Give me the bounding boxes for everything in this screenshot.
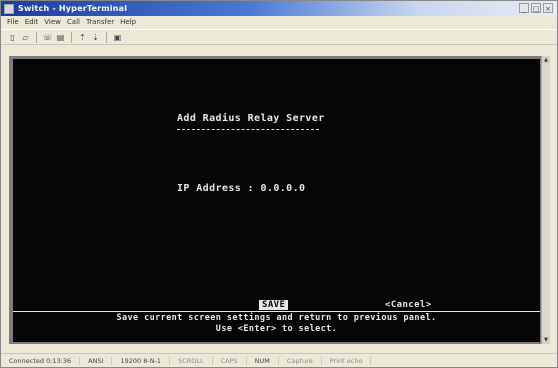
heading-underline xyxy=(177,129,319,130)
capture-icon[interactable]: ▣ xyxy=(112,32,123,43)
open-icon[interactable]: ▱ xyxy=(20,32,31,43)
menu-file[interactable]: File xyxy=(7,18,19,26)
hint-divider xyxy=(13,311,540,312)
status-port: 19200 8-N-1 xyxy=(112,356,171,365)
properties-icon[interactable]: ▤ xyxy=(55,32,66,43)
toolbar-separator xyxy=(36,31,37,43)
hint-text-primary: Save current screen settings and return … xyxy=(116,313,437,323)
status-caps: CAPS xyxy=(213,356,247,365)
send-icon[interactable]: ⇡ xyxy=(77,32,88,43)
disconnect-icon[interactable]: ☏ xyxy=(42,32,53,43)
menu-edit[interactable]: Edit xyxy=(25,18,39,26)
terminal-screen[interactable]: Add Radius Relay Server IP Address : 0.0… xyxy=(13,59,540,342)
status-print-echo: Print echo xyxy=(322,356,372,365)
window-controls: _ □ × xyxy=(519,3,553,13)
ip-address-value[interactable]: 0.0.0.0 xyxy=(260,183,305,194)
screen-heading: Add Radius Relay Server xyxy=(177,113,325,124)
close-button[interactable]: × xyxy=(543,3,553,13)
receive-icon[interactable]: ⇣ xyxy=(90,32,101,43)
ip-address-label: IP Address xyxy=(177,183,242,194)
maximize-button[interactable]: □ xyxy=(531,3,541,13)
menu-transfer[interactable]: Transfer xyxy=(86,18,114,26)
scroll-up-icon[interactable]: ▲ xyxy=(542,56,550,64)
menu-bar: File Edit View Call Transfer Help xyxy=(1,16,557,28)
vertical-scrollbar[interactable]: ▲ ▼ xyxy=(541,56,550,344)
window-title: Switch - HyperTerminal xyxy=(18,4,128,13)
toolbar-separator xyxy=(71,31,72,43)
toolbar-separator xyxy=(106,31,107,43)
save-button[interactable]: SAVE xyxy=(259,300,289,310)
minimize-button[interactable]: _ xyxy=(519,3,529,13)
status-num: NUM xyxy=(247,356,279,365)
status-connected: Connected 0:13:36 xyxy=(1,356,81,365)
status-emulation: ANSI xyxy=(80,356,113,365)
ip-address-row[interactable]: IP Address : 0.0.0.0 xyxy=(177,183,305,194)
hyperterminal-window: Switch - HyperTerminal _ □ × File Edit V… xyxy=(0,0,558,368)
toolbar: ▯ ▱ ☏ ▤ ⇡ ⇣ ▣ xyxy=(1,29,557,45)
hint-text-secondary: Use <Enter> to select. xyxy=(215,324,338,334)
app-icon xyxy=(4,3,14,14)
menu-call[interactable]: Call xyxy=(67,18,80,26)
title-bar: Switch - HyperTerminal _ □ × xyxy=(1,1,557,16)
status-scroll: SCROLL xyxy=(170,356,213,365)
scroll-down-icon[interactable]: ▼ xyxy=(542,336,550,344)
menu-view[interactable]: View xyxy=(44,18,61,26)
new-icon[interactable]: ▯ xyxy=(7,32,18,43)
status-capture: Capture xyxy=(279,356,322,365)
cancel-button[interactable]: <Cancel> xyxy=(385,300,432,310)
menu-help[interactable]: Help xyxy=(120,18,136,26)
status-bar: Connected 0:13:36 ANSI 19200 8-N-1 SCROL… xyxy=(1,353,557,367)
